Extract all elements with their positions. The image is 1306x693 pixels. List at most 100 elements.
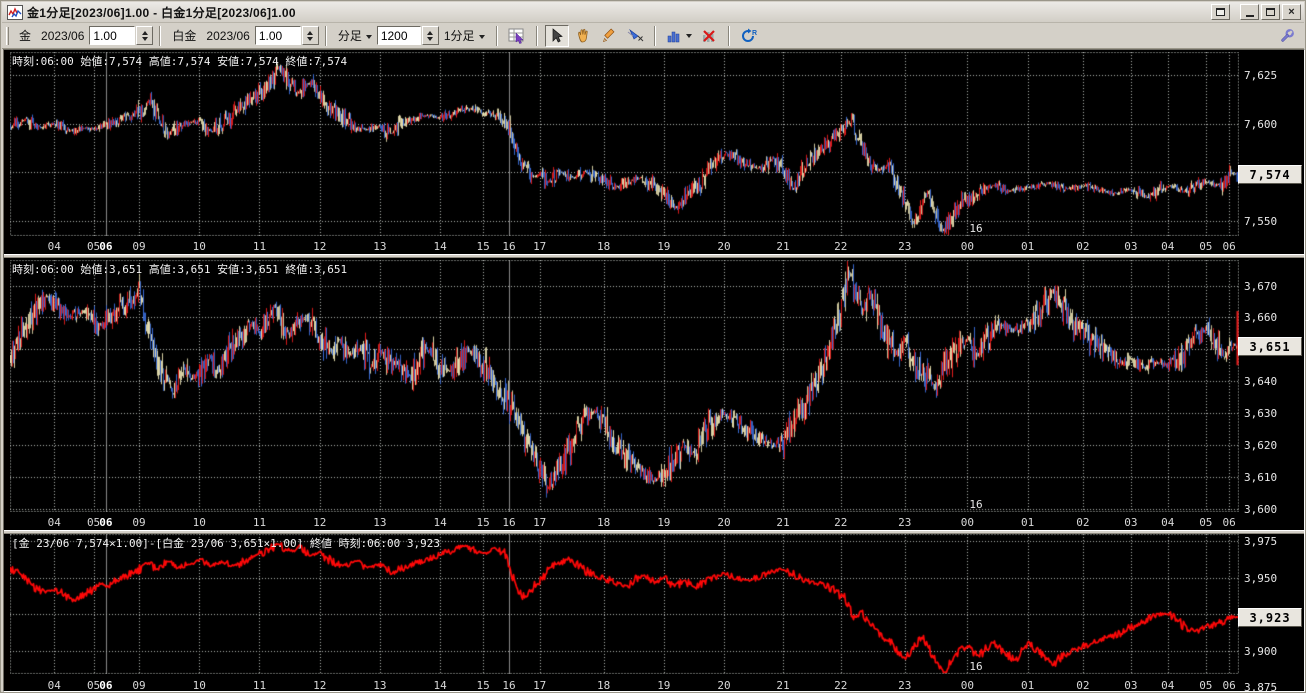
time-tick-label: 12 (313, 240, 327, 253)
time-tick-label: 16 (502, 240, 516, 253)
time-tick-label: 05 (86, 240, 101, 253)
gold-platinum-spread-chart-canvas[interactable] (10, 534, 1239, 674)
gold-month-value[interactable]: 2023/06 (41, 29, 84, 43)
toolbar-separator (535, 25, 538, 46)
bars-count-input[interactable] (376, 26, 421, 45)
refresh-icon: R (741, 28, 757, 42)
gold-platinum-spread-y-label: 3,875 (1244, 681, 1278, 692)
time-tick-label: 15 (476, 516, 490, 529)
time-tick-label: 21 (776, 679, 790, 692)
time-tick-label: 05 (86, 679, 101, 692)
table-select-tool-button[interactable] (505, 25, 529, 47)
platinum-label: 白金 (172, 29, 197, 43)
time-tick-label: 18 (596, 679, 611, 692)
time-tick-label: 22 (834, 240, 848, 253)
time-tick-label: 09 (132, 240, 146, 253)
pencil-icon (602, 28, 614, 42)
time-tick-label: 13 (373, 516, 387, 529)
close-button[interactable]: × (1282, 4, 1301, 20)
time-tick-label: 15 (476, 240, 490, 253)
platinum-1min-chart-canvas[interactable] (10, 260, 1239, 512)
platinum-ratio-input[interactable] (254, 26, 301, 45)
cursor-tool-button[interactable] (544, 24, 569, 47)
panel-separator[interactable] (4, 530, 1304, 534)
time-tick-label: 13 (373, 240, 387, 253)
time-tick-label: 05 (1199, 679, 1213, 692)
time-tick-label: 02 (1076, 240, 1090, 253)
platinum-1min-y-label: 3,610 (1244, 470, 1278, 484)
time-tick-label: 00 (960, 679, 975, 692)
platinum-1min-time-axis: 04 05 06 09 10 11 12 13 14 15 16 17 18 19 20 21 22 23 00 01… (4, 514, 1304, 530)
gold-platinum-spread-info: [金 23/06 7,574×1.00]-[白金 23/06 3,651×1.0… (12, 537, 440, 550)
time-tick-label: 01 (1020, 679, 1035, 692)
hand-pan-icon (577, 28, 588, 42)
remove-chart-button[interactable] (697, 25, 721, 47)
time-tick-label: 19 (657, 516, 671, 529)
timeframe-dropdown[interactable]: 1分足 (444, 27, 485, 44)
time-tick-label: 17 (533, 240, 547, 253)
gold-1min-time-axis: 04 05 06 09 10 11 12 13 14 15 16 17 18 19 20 21 22 23 00 01… (4, 238, 1304, 254)
time-tick-label: 14 (433, 516, 447, 529)
wrench-icon (1280, 28, 1294, 42)
bars-dropdown[interactable]: 分足 (338, 27, 372, 44)
marker-crosshair-icon (627, 28, 643, 41)
time-tick-label: 21 (776, 240, 790, 253)
time-tick-label: 03 (1124, 516, 1138, 529)
time-tick-label: 05 (1199, 240, 1213, 253)
gold-label: 金 (19, 29, 32, 43)
titlebar[interactable]: 金1分足[2023/06]1.00 - 白金1分足[2023/06]1.00 × (2, 2, 1304, 23)
gold-ratio-input[interactable] (89, 26, 136, 45)
time-tick-label: 15 (476, 679, 490, 692)
time-tick-label: 23 (898, 516, 912, 529)
settings-button[interactable] (1274, 25, 1298, 47)
toolbar-separator (495, 25, 498, 46)
time-tick-label: 11 (252, 240, 267, 253)
pencil-tool-button[interactable] (597, 25, 621, 47)
chart-type-dropdown-button[interactable] (663, 25, 695, 47)
time-tick-label: 04 (1161, 240, 1175, 253)
toolbar-separator (727, 25, 730, 46)
gold-1min-chart-canvas[interactable] (10, 52, 1239, 236)
marker-tool-button[interactable] (623, 25, 647, 47)
gold-platinum-spread-y-label: 3,975 (1244, 535, 1278, 549)
platinum-1min-y-label: 3,660 (1244, 311, 1278, 325)
time-tick-label: 10 (192, 679, 206, 692)
time-tick-label: 18 (596, 516, 611, 529)
platinum-ratio-spinner[interactable] (301, 26, 319, 45)
time-tick-label: 21 (776, 516, 790, 529)
maximize-button[interactable] (1261, 4, 1280, 20)
platinum-month-value[interactable]: 2023/06 (206, 29, 249, 43)
time-tick-label: 23 (898, 240, 912, 253)
time-tick-label: 05 (1199, 516, 1213, 529)
bar-chart-icon (667, 31, 679, 42)
time-tick-label: 04 (47, 240, 61, 253)
time-tick-label: 04 (1161, 679, 1175, 692)
float-window-button[interactable] (1211, 4, 1230, 20)
time-tick-label: 06 (1222, 516, 1236, 529)
platinum-1min-last-price: 3,651 (1238, 337, 1302, 357)
minimize-button[interactable] (1240, 4, 1259, 20)
platinum-1min-date-label: 16 (969, 498, 983, 511)
toolbar-separator (653, 25, 656, 46)
toolbar-grip[interactable] (6, 26, 9, 45)
time-tick-label: 22 (834, 679, 848, 692)
window-title: 金1分足[2023/06]1.00 - 白金1分足[2023/06]1.00 (27, 5, 296, 20)
time-tick-label: 01 (1020, 516, 1035, 529)
refresh-button[interactable]: R (737, 25, 761, 47)
platinum-1min-y-label: 3,670 (1244, 279, 1278, 293)
gold-ratio-spinner[interactable] (136, 26, 154, 45)
panel-separator[interactable] (4, 254, 1304, 258)
time-tick-label: 09 (132, 516, 146, 529)
cursor-icon (552, 27, 563, 42)
gold-platinum-spread-time-axis: 04 05 06 09 10 11 12 13 14 15 16 17 18 19 20 21 22 23 00 01… (4, 677, 1304, 692)
time-tick-label: 20 (717, 516, 731, 529)
time-tick-label: 11 (252, 516, 267, 529)
time-tick-label: 19 (657, 679, 671, 692)
hand-tool-button[interactable] (571, 25, 595, 47)
time-tick-label: 00 (960, 516, 975, 529)
bars-count-spinner[interactable] (421, 26, 439, 45)
time-tick-label: 02 (1076, 679, 1090, 692)
chevron-down-icon (478, 34, 485, 39)
time-tick-label: 04 (1161, 516, 1175, 529)
gold-platinum-spread-y-label: 3,900 (1244, 644, 1278, 658)
